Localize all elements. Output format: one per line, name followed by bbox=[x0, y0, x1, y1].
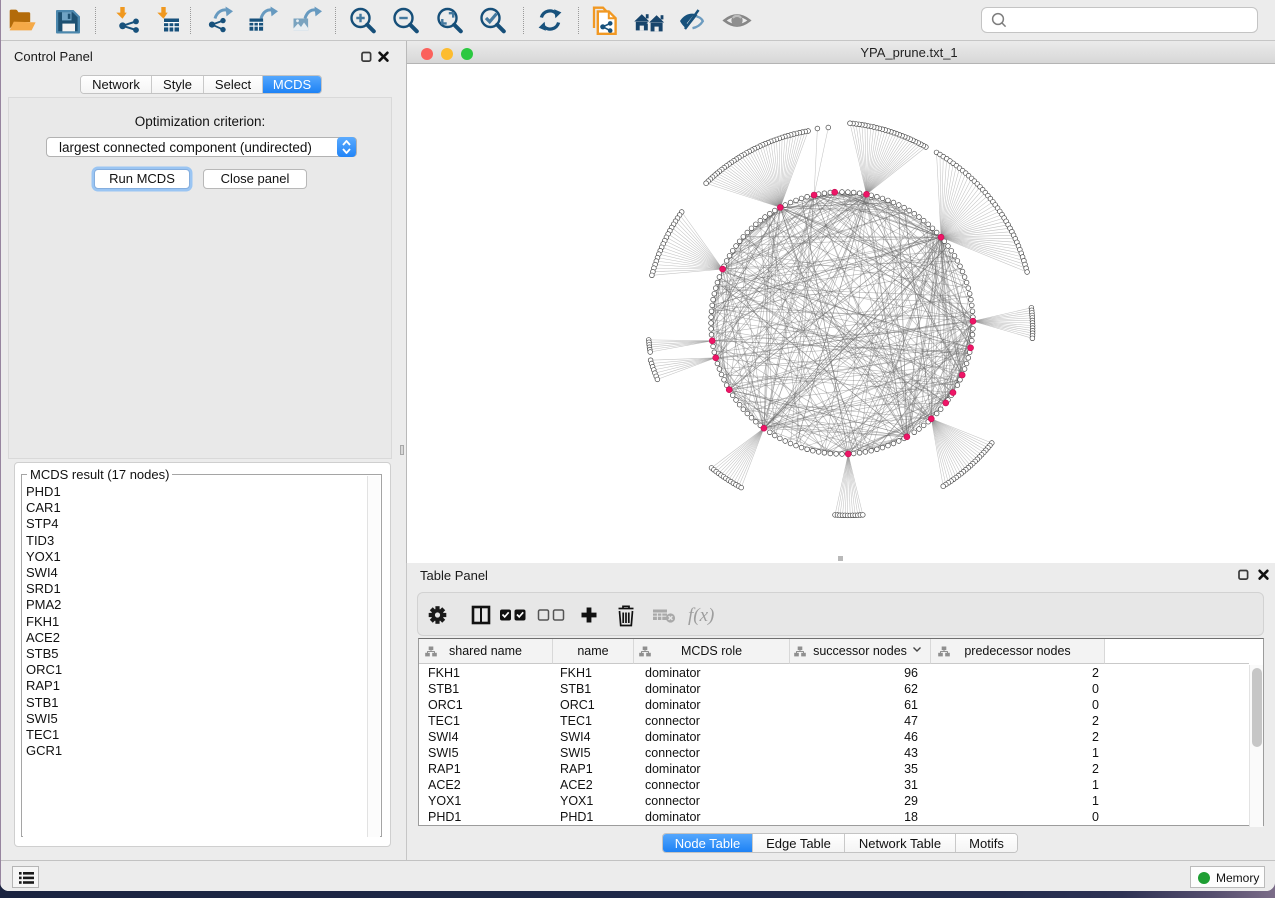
svg-text:f(x): f(x) bbox=[688, 605, 714, 626]
